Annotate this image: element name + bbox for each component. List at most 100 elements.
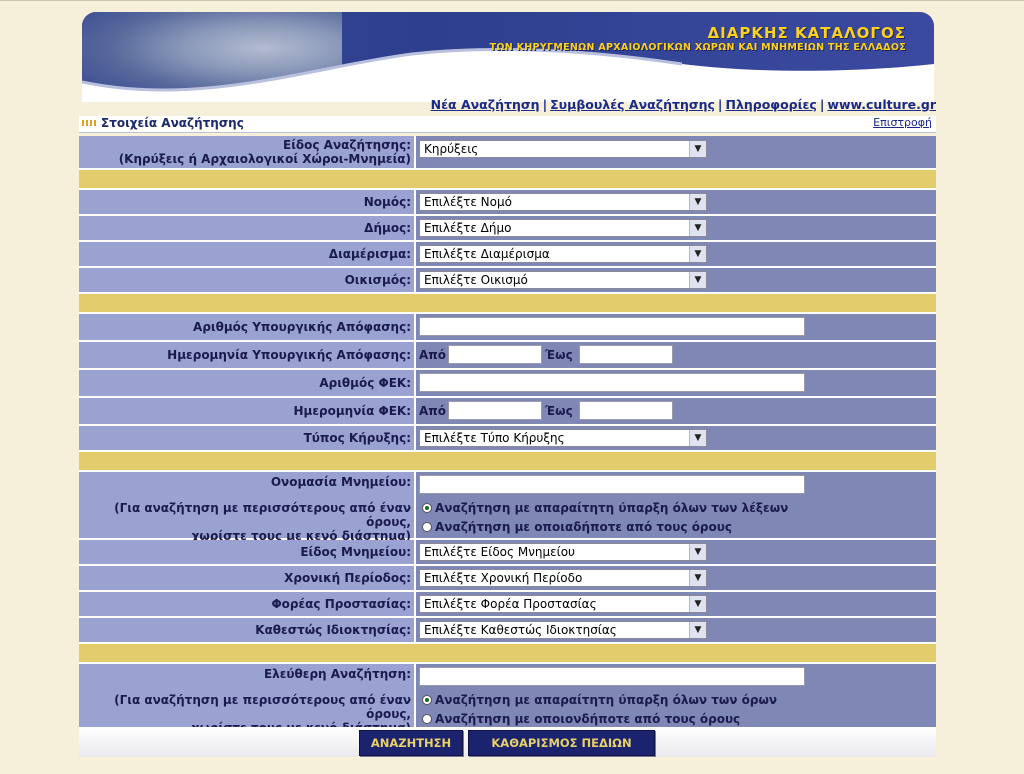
settlement-label: Οικισμός: — [79, 268, 416, 292]
fek-date-from-input[interactable] — [448, 401, 542, 420]
fek-date-label: Ημερομηνία ΦΕΚ: — [79, 398, 416, 424]
monument-radio-all[interactable]: Αναζήτηση με απαραίτητη ύπαρξη όλων των … — [422, 501, 788, 515]
monument-type-select[interactable]: Επιλέξτε Είδος Μνημείου ▼ — [419, 543, 707, 561]
free-radio-all[interactable]: Αναζήτηση με απαραίτητη ύπαρξη όλων των … — [422, 693, 777, 707]
section-title: Στοιχεία Αναζήτησης — [101, 116, 244, 130]
municipality-select[interactable]: Επιλέξτε Δήμο ▼ — [419, 219, 707, 237]
row-ownership: Καθεστώς Ιδιοκτησίας: Επιλέξτε Καθεστώς … — [79, 618, 936, 644]
monument-name-label: Ονομασία Μνημείου: — [270, 475, 411, 489]
row-period: Χρονική Περίοδος: Επιλέξτε Χρονική Περίο… — [79, 566, 936, 592]
fek-number-input[interactable] — [419, 373, 805, 392]
to-label: Έως — [545, 348, 573, 362]
radio-icon[interactable] — [422, 522, 432, 532]
nav-separator: | — [819, 97, 825, 112]
protection-body-select[interactable]: Επιλέξτε Φορέα Προστασίας ▼ — [419, 595, 707, 613]
fek-date-to-input[interactable] — [579, 401, 673, 420]
free-radio-any[interactable]: Αναζήτηση με οποιονδήποτε από τους όρους — [422, 712, 740, 726]
chevron-down-icon[interactable]: ▼ — [689, 622, 706, 638]
row-free-search: Ελεύθερη Αναζήτηση: (Για αναζήτηση με πε… — [79, 664, 936, 735]
new-search-link[interactable]: Νέα Αναζήτηση — [431, 97, 540, 112]
chevron-down-icon[interactable]: ▼ — [689, 596, 706, 612]
monument-type-label: Είδος Μνημείου: — [79, 540, 416, 564]
info-link[interactable]: Πληροφορίες — [725, 97, 816, 112]
search-type-label: Είδος Αναζήτησης: — [283, 138, 411, 152]
separator-bar — [79, 170, 936, 190]
search-button[interactable]: ΑΝΑΖΗΤΗΣΗ — [359, 730, 463, 756]
monument-name-hint: (Για αναζήτηση με περισσότερους από έναν… — [114, 501, 411, 529]
chevron-down-icon[interactable]: ▼ — [689, 430, 706, 446]
decision-number-input[interactable] — [419, 317, 805, 336]
row-district: Διαμέρισμα: Επιλέξτε Διαμέρισμα ▼ — [79, 242, 936, 268]
row-search-type: Είδος Αναζήτησης: (Κηρύξεις ή Αρχαιολογι… — [79, 136, 936, 170]
back-link[interactable]: Επιστροφή — [873, 116, 932, 129]
clear-fields-button[interactable]: ΚΑΘΑΡΙΣΜΟΣ ΠΕΔΙΩΝ — [468, 730, 655, 756]
to-label: Έως — [545, 404, 573, 418]
separator-bar — [79, 294, 936, 314]
radio-selected-icon[interactable] — [422, 503, 432, 513]
header: ΔΙΑΡΚΗΣ ΚΑΤΑΛΟΓΟΣ ΤΩΝ ΚΗΡΥΓΜΕΝΩΝ ΑΡΧΑΙΟΛ… — [79, 12, 936, 102]
top-nav: Νέα Αναζήτηση | Συμβουλές Αναζήτησης | Πληρο… — [79, 97, 936, 115]
nav-separator: | — [717, 97, 723, 112]
decision-date-to-input[interactable] — [579, 345, 673, 364]
decision-date-from-input[interactable] — [448, 345, 542, 364]
row-fek-number: Αριθμός ΦΕΚ: — [79, 370, 936, 398]
chevron-down-icon[interactable]: ▼ — [689, 570, 706, 586]
search-type-sublabel: (Κηρύξεις ή Αρχαιολογικοί Χώροι-Μνημεία) — [118, 152, 411, 166]
period-label: Χρονική Περίοδος: — [79, 566, 416, 590]
prefecture-label: Νομός: — [79, 190, 416, 214]
monument-radio-any[interactable]: Αναζήτηση με οποιαδήποτε από τους όρους — [422, 520, 732, 534]
declaration-type-label: Τύπος Κήρυξης: — [79, 426, 416, 450]
row-fek-date: Ημερομηνία ΦΕΚ: Από Έως — [79, 398, 936, 426]
row-protection-body: Φορέας Προστασίας: Επιλέξτε Φορέα Προστα… — [79, 592, 936, 618]
row-monument-type: Είδος Μνημείου: Επιλέξτε Είδος Μνημείου ▼ — [79, 540, 936, 566]
radio-icon[interactable] — [422, 714, 432, 724]
from-label: Από — [419, 404, 447, 418]
top-border — [0, 0, 1024, 1]
chevron-down-icon[interactable]: ▼ — [689, 246, 706, 262]
row-monument-name: Ονομασία Μνημείου: (Για αναζήτηση με περ… — [79, 472, 936, 543]
fek-number-label: Αριθμός ΦΕΚ: — [79, 370, 416, 396]
monument-name-input[interactable] — [419, 475, 805, 494]
prefecture-select[interactable]: Επιλέξτε Νομό ▼ — [419, 193, 707, 211]
chevron-down-icon[interactable]: ▼ — [689, 544, 706, 560]
section-bar: Στοιχεία Αναζήτησης Επιστροφή — [79, 116, 936, 133]
free-search-input[interactable] — [419, 667, 805, 686]
period-select[interactable]: Επιλέξτε Χρονική Περίοδο ▼ — [419, 569, 707, 587]
district-label: Διαμέρισμα: — [79, 242, 416, 266]
dotted-bullet-icon — [82, 120, 98, 126]
municipality-label: Δήμος: — [79, 216, 416, 240]
free-search-hint: (Για αναζήτηση με περισσότερους από έναν… — [114, 693, 411, 721]
row-declaration-type: Τύπος Κήρυξης: Επιλέξτε Τύπο Κήρυξης ▼ — [79, 426, 936, 452]
search-tips-link[interactable]: Συμβουλές Αναζήτησης — [550, 97, 715, 112]
row-prefecture: Νομός: Επιλέξτε Νομό ▼ — [79, 190, 936, 216]
decision-number-label: Αριθμός Υπουργικής Απόφασης: — [79, 314, 416, 340]
separator-bar — [79, 644, 936, 664]
nav-separator: | — [542, 97, 548, 112]
row-decision-date: Ημερομηνία Υπουργικής Απόφασης: Από Έως — [79, 342, 936, 370]
district-select[interactable]: Επιλέξτε Διαμέρισμα ▼ — [419, 245, 707, 263]
banner-title: ΔΙΑΡΚΗΣ ΚΑΤΑΛΟΓΟΣ — [707, 24, 906, 42]
protection-body-label: Φορέας Προστασίας: — [79, 592, 416, 616]
culture-site-link[interactable]: www.culture.gr — [827, 97, 936, 112]
separator-bar — [79, 452, 936, 472]
from-label: Από — [419, 348, 447, 362]
decision-date-label: Ημερομηνία Υπουργικής Απόφασης: — [79, 342, 416, 368]
search-type-select[interactable]: Κηρύξεις ▼ — [419, 140, 707, 158]
ownership-select[interactable]: Επιλέξτε Καθεστώς Ιδιοκτησίας ▼ — [419, 621, 707, 639]
row-decision-number: Αριθμός Υπουργικής Απόφασης: — [79, 314, 936, 342]
chevron-down-icon[interactable]: ▼ — [689, 141, 706, 157]
ownership-label: Καθεστώς Ιδιοκτησίας: — [79, 618, 416, 642]
radio-selected-icon[interactable] — [422, 695, 432, 705]
button-bar: ΑΝΑΖΗΤΗΣΗ ΚΑΘΑΡΙΣΜΟΣ ΠΕΔΙΩΝ — [79, 727, 936, 757]
banner: ΔΙΑΡΚΗΣ ΚΑΤΑΛΟΓΟΣ ΤΩΝ ΚΗΡΥΓΜΕΝΩΝ ΑΡΧΑΙΟΛ… — [82, 12, 934, 102]
chevron-down-icon[interactable]: ▼ — [689, 220, 706, 236]
banner-subtitle: ΤΩΝ ΚΗΡΥΓΜΕΝΩΝ ΑΡΧΑΙΟΛΟΓΙΚΩΝ ΧΩΡΩΝ ΚΑΙ Μ… — [489, 42, 906, 53]
declaration-type-select[interactable]: Επιλέξτε Τύπο Κήρυξης ▼ — [419, 429, 707, 447]
row-settlement: Οικισμός: Επιλέξτε Οικισμό ▼ — [79, 268, 936, 294]
chevron-down-icon[interactable]: ▼ — [689, 272, 706, 288]
search-form: Είδος Αναζήτησης: (Κηρύξεις ή Αρχαιολογι… — [79, 136, 936, 735]
free-search-label: Ελεύθερη Αναζήτηση: — [263, 667, 411, 681]
chevron-down-icon[interactable]: ▼ — [689, 194, 706, 210]
settlement-select[interactable]: Επιλέξτε Οικισμό ▼ — [419, 271, 707, 289]
row-municipality: Δήμος: Επιλέξτε Δήμο ▼ — [79, 216, 936, 242]
